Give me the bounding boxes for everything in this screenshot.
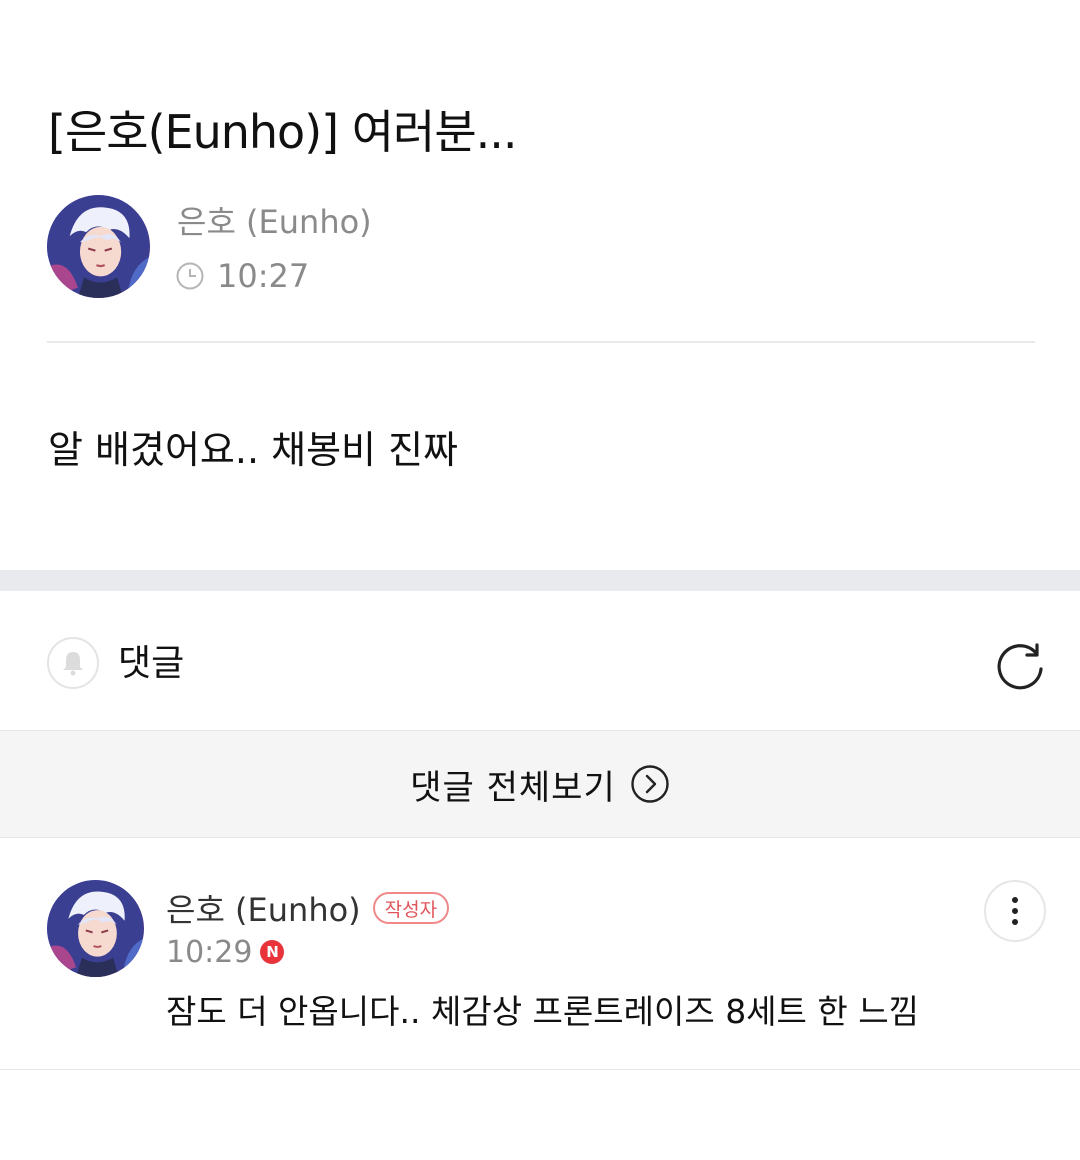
comment-more-button[interactable] <box>984 880 1046 942</box>
post-body: 알 배겼어요.. 채봉비 진짜 <box>48 428 458 472</box>
comment-time-row: 10:29 N <box>166 932 285 972</box>
refresh-button[interactable] <box>988 635 1052 699</box>
bell-icon <box>63 652 83 676</box>
post-title: [은호(Eunho)] 여러분... <box>48 105 518 159</box>
divider <box>47 341 1035 343</box>
comment-author-avatar[interactable] <box>47 880 144 977</box>
avatar-illustration <box>47 880 144 977</box>
post-section: [은호(Eunho)] 여러분... 은호 (Eunho) 10:27 알 배겼… <box>0 0 1080 570</box>
post-time-row: 10:27 <box>175 254 309 298</box>
comment-author-row: 은호 (Eunho) 작성자 <box>166 885 450 931</box>
view-all-label: 댓글 전체보기 <box>410 767 616 808</box>
comment-item: 은호 (Eunho) 작성자 10:29 N 잠도 더 안옵니다.. 체감상 프… <box>0 838 1080 1070</box>
writer-badge: 작성자 <box>372 892 450 924</box>
section-separator <box>0 570 1080 591</box>
comment-author-name[interactable]: 은호 (Eunho) <box>166 885 361 931</box>
comment-text: 잠도 더 안옵니다.. 체감상 프론트레이즈 8세트 한 느낌 <box>166 992 919 1031</box>
notification-bell-button[interactable] <box>47 637 99 689</box>
author-name[interactable]: 은호 (Eunho) <box>177 200 372 244</box>
more-vertical-icon <box>1012 897 1018 925</box>
comments-title: 댓글 <box>118 643 185 684</box>
author-avatar[interactable] <box>47 195 150 298</box>
chevron-right-circle-icon <box>631 765 669 803</box>
clock-icon <box>176 262 204 290</box>
post-time: 10:27 <box>217 257 310 295</box>
comment-time: 10:29 <box>166 934 253 970</box>
view-all-comments-button[interactable]: 댓글 전체보기 <box>0 730 1080 838</box>
avatar-illustration <box>47 195 150 298</box>
new-badge: N <box>260 940 285 964</box>
refresh-icon <box>997 643 1043 690</box>
comments-header: 댓글 <box>0 591 1080 730</box>
